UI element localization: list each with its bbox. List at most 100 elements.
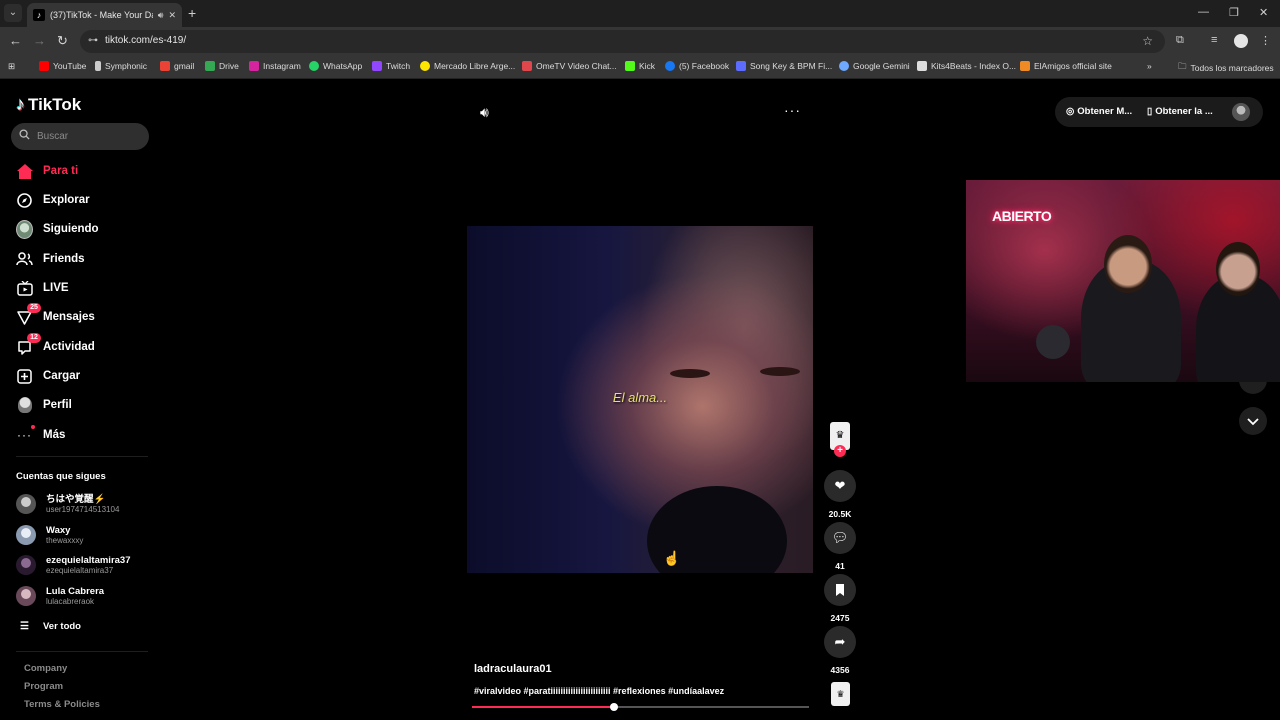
- nav-friends[interactable]: Friends: [16, 248, 85, 270]
- bookmark-songkey[interactable]: Song Key & BPM Fi...: [736, 61, 832, 71]
- nav-siguiendo[interactable]: Siguiendo: [16, 218, 99, 240]
- save-action[interactable]: 2475: [824, 574, 856, 623]
- new-tab-button[interactable]: +: [188, 5, 196, 21]
- close-tab-icon[interactable]: ✕: [168, 10, 176, 21]
- bookmark-label: Kick: [639, 61, 656, 71]
- following-account[interactable]: Waxy thewaxxxy: [16, 522, 83, 548]
- reload-icon[interactable]: ↻: [57, 33, 68, 49]
- close-window-icon[interactable]: ✕: [1259, 6, 1268, 19]
- user-avatar[interactable]: [1232, 103, 1250, 121]
- video-player[interactable]: El alma...: [467, 226, 813, 573]
- tab-search-button[interactable]: ⌄: [4, 4, 22, 22]
- nav-explorar[interactable]: Explorar: [16, 189, 90, 211]
- comment-icon[interactable]: 💬︎: [824, 522, 856, 554]
- footer-link-company[interactable]: Company: [24, 663, 67, 674]
- get-app-button[interactable]: ▯ Obtener la ...: [1147, 106, 1213, 117]
- browser-profile-avatar[interactable]: [1234, 34, 1248, 48]
- comment-action[interactable]: 💬︎ 41: [824, 522, 856, 571]
- footer-link-program[interactable]: Program: [24, 681, 63, 692]
- bookmark-ometv[interactable]: OmeTV Video Chat...: [522, 61, 617, 71]
- nav-actividad[interactable]: 12 Actividad: [16, 332, 95, 358]
- volume-icon[interactable]: 🔊︎: [480, 104, 489, 121]
- messages-icon: 25: [16, 302, 41, 326]
- bookmark-label: Mercado Libre Arge...: [434, 61, 516, 71]
- tiktok-logo[interactable]: ♪ TikTok: [16, 94, 81, 115]
- nav-cargar[interactable]: Cargar: [16, 365, 80, 387]
- person-head: [1216, 242, 1260, 296]
- bookmark-star-icon[interactable]: ☆: [1142, 34, 1153, 48]
- like-action[interactable]: ❤ 20.5K: [824, 470, 856, 519]
- next-video-button[interactable]: [1239, 407, 1267, 435]
- back-icon[interactable]: ←: [9, 33, 22, 48]
- profile-icon: [16, 397, 33, 414]
- bookmark-mercadolibre[interactable]: Mercado Libre Arge...: [420, 61, 515, 71]
- bookmark-icon[interactable]: [824, 574, 856, 606]
- bookmark-youtube[interactable]: YouTube: [39, 61, 86, 71]
- bookmark-gemini[interactable]: Google Gemini: [839, 61, 910, 71]
- more-options-icon[interactable]: ···: [784, 102, 801, 118]
- bookmark-kits4beats[interactable]: Kits4Beats - Index O...: [917, 61, 1016, 71]
- apps-icon[interactable]: ⊞: [8, 61, 15, 72]
- nav-mensajes[interactable]: 25 Mensajes: [16, 302, 95, 328]
- video-frame-detail: [760, 367, 800, 376]
- nav-label: Más: [43, 429, 66, 441]
- video-author[interactable]: ladraculaura01: [474, 663, 552, 675]
- nav-label: Siguiendo: [43, 223, 99, 235]
- browser-menu-icon[interactable]: ⋮: [1260, 34, 1271, 47]
- bookmark-facebook[interactable]: (5) Facebook: [665, 61, 729, 71]
- share-icon[interactable]: ➦: [824, 626, 856, 658]
- media-control-icon[interactable]: ≡: [1211, 34, 1217, 46]
- share-action[interactable]: ➦ 4356: [824, 626, 856, 675]
- progress-knob[interactable]: [609, 703, 618, 711]
- all-bookmarks-label: Todos los marcadores: [1190, 63, 1274, 73]
- video-progress-bar[interactable]: [472, 703, 809, 711]
- following-account[interactable]: ちはや覚醒⚡ user1974714513104: [16, 491, 119, 517]
- compass-icon: [16, 192, 33, 209]
- url-text[interactable]: tiktok.com/es-419/: [105, 35, 186, 46]
- webcam-overlay: ABIERTO: [966, 180, 1280, 382]
- nav-mas[interactable]: ··· Más: [16, 424, 65, 446]
- bookmark-symphonic[interactable]: Symphonic: [95, 61, 147, 71]
- minimize-icon[interactable]: —: [1198, 6, 1209, 18]
- nav-live[interactable]: LIVE: [16, 277, 69, 299]
- extensions-icon[interactable]: ⧉: [1176, 34, 1184, 47]
- video-description[interactable]: #viralvideo #paratiiiiiiiiiiiiiiiiiiiiii…: [474, 686, 814, 696]
- account-handle: thewaxxxy: [46, 535, 84, 545]
- bookmark-label: OmeTV Video Chat...: [536, 61, 617, 71]
- bookmark-elamigos[interactable]: ElAmigos official site: [1020, 61, 1112, 71]
- bookmark-whatsapp[interactable]: WhatsApp: [309, 61, 362, 71]
- nav-label: LIVE: [43, 282, 69, 294]
- bookmark-gmail[interactable]: gmail: [160, 61, 194, 71]
- search-input[interactable]: [37, 123, 142, 150]
- footer-link-terms[interactable]: Terms & Policies: [24, 699, 100, 710]
- bookmark-kick[interactable]: Kick: [625, 61, 655, 71]
- following-account[interactable]: Lula Cabrera lulacabreraok: [16, 583, 104, 609]
- heart-icon[interactable]: ❤: [824, 470, 856, 502]
- kick-icon: [625, 61, 635, 71]
- bookmark-drive[interactable]: Drive: [205, 61, 239, 71]
- browser-tab[interactable]: ♪ (37)TikTok - Make Your Day 🔊︎ ✕: [27, 3, 182, 27]
- nav-para-ti[interactable]: Para ti: [16, 160, 78, 182]
- forward-icon[interactable]: →: [33, 33, 46, 48]
- follow-plus-button[interactable]: +: [834, 445, 846, 457]
- more-icon: ···: [16, 424, 35, 444]
- sound-thumbnail[interactable]: ♛: [831, 682, 850, 706]
- restore-icon[interactable]: ❐: [1229, 6, 1239, 19]
- bookmark-instagram[interactable]: Instagram: [249, 61, 301, 71]
- following-account[interactable]: ezequielaltamira37 ezequielaltamira37: [16, 552, 131, 578]
- see-all-button[interactable]: ☰ Ver todo: [20, 621, 81, 632]
- address-bar[interactable]: ⊶ tiktok.com/es-419/ ☆: [80, 30, 1165, 53]
- more-bookmarks-icon[interactable]: »: [1147, 61, 1152, 71]
- bookmark-label: YouTube: [53, 61, 87, 71]
- site-info-icon[interactable]: ⊶: [88, 35, 100, 47]
- logo-text: TikTok: [28, 94, 82, 114]
- all-bookmarks-folder[interactable]: 🗀 Todos los marcadores: [1178, 61, 1274, 75]
- speaker-icon[interactable]: 🔊︎: [158, 10, 164, 21]
- bookmark-label: Google Gemini: [853, 61, 910, 71]
- person-head: [1104, 235, 1152, 293]
- symphonic-icon: [95, 61, 101, 71]
- search-box[interactable]: [11, 123, 149, 150]
- bookmark-twitch[interactable]: Twitch: [372, 61, 410, 71]
- nav-perfil[interactable]: Perfil: [16, 394, 72, 416]
- get-coins-button[interactable]: ◎ Obtener M...: [1066, 106, 1132, 117]
